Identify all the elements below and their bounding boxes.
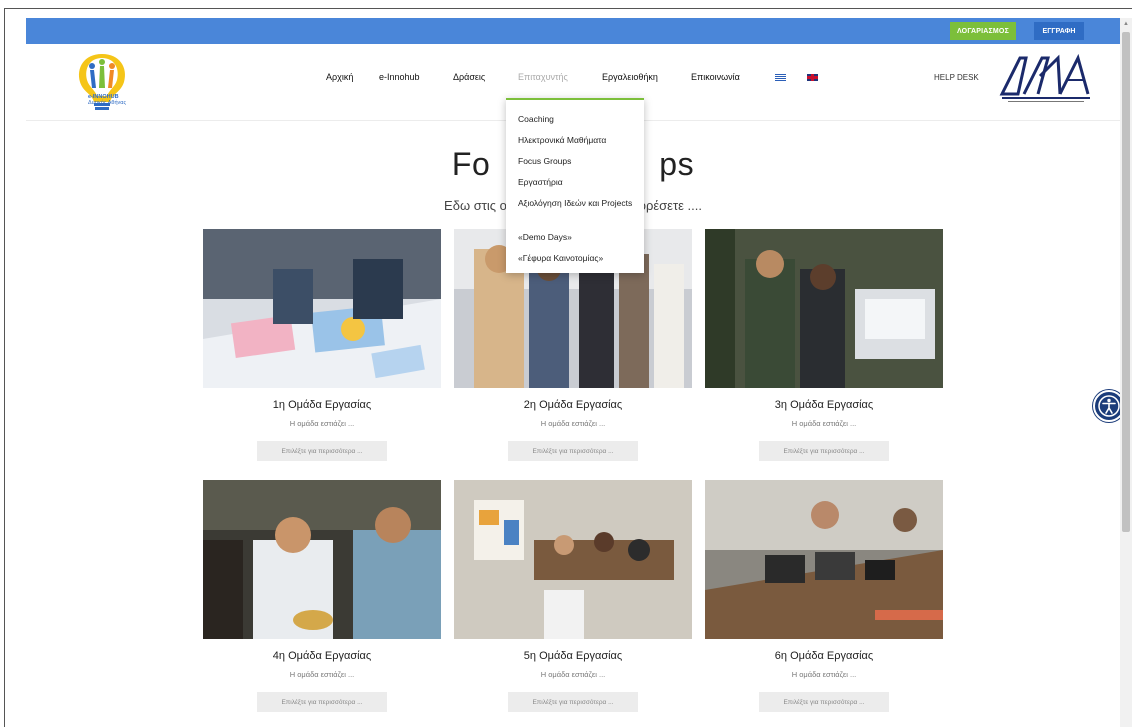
- card-title: 6η Ομάδα Εργασίας: [774, 650, 874, 662]
- nav-item-actions[interactable]: Δράσεις: [453, 72, 485, 82]
- accessibility-icon[interactable]: [1093, 390, 1120, 422]
- card-desc: Η ομάδα εστιάζει ...: [540, 670, 606, 679]
- dropdown-item-innovation-bridge[interactable]: «Γέφυρα Καινοτομίας»: [518, 253, 636, 263]
- accelerator-dropdown: Coaching Ηλεκτρονικά Μαθήματα Focus Grou…: [506, 98, 644, 273]
- top-bar: ΛΟΓΑΡΙΑΣΜΟΣ ΕΓΓΡΑΦΗ: [26, 18, 1120, 44]
- scroll-up-icon[interactable]: ▲: [1123, 21, 1129, 27]
- dropdown-item-focus-groups[interactable]: Focus Groups: [518, 156, 636, 166]
- card-image[interactable]: [203, 480, 441, 639]
- register-button[interactable]: ΕΓΓΡΑΦΗ: [1034, 22, 1084, 40]
- more-button[interactable]: Επιλέξτε για περισσότερα ...: [759, 692, 889, 712]
- more-button[interactable]: Επιλέξτε για περισσότερα ...: [759, 441, 889, 461]
- asda-logo[interactable]: [998, 52, 1094, 104]
- more-button[interactable]: Επιλέξτε για περισσότερα ...: [508, 692, 638, 712]
- card-title: 5η Ομάδα Εργασίας: [523, 650, 623, 662]
- nav-item-toolbox[interactable]: Εργαλειοθήκη: [602, 72, 658, 82]
- nav-item-innohub[interactable]: e-Innohub: [379, 72, 420, 82]
- uk-flag-icon[interactable]: [807, 74, 818, 81]
- card-image[interactable]: [705, 480, 943, 639]
- dropdown-item-elearning[interactable]: Ηλεκτρονικά Μαθήματα: [518, 135, 636, 145]
- card-image[interactable]: [705, 229, 943, 388]
- helpdesk-link[interactable]: HELP DESK: [934, 73, 979, 82]
- nav-item-accelerator[interactable]: Επιταχυντής: [518, 72, 568, 82]
- dropdown-item-coaching[interactable]: Coaching: [518, 114, 636, 124]
- card-desc: Η ομάδα εστιάζει ...: [289, 419, 355, 428]
- greek-flag-icon[interactable]: [775, 74, 786, 81]
- more-button[interactable]: Επιλέξτε για περισσότερα ...: [257, 441, 387, 461]
- dropdown-item-idea-evaluation[interactable]: Αξιολόγηση Ιδεών και Projects: [518, 198, 636, 208]
- account-button[interactable]: ΛΟΓΑΡΙΑΣΜΟΣ: [950, 22, 1016, 40]
- card-title: 3η Ομάδα Εργασίας: [774, 399, 874, 411]
- scrollbar[interactable]: ▲: [1120, 18, 1132, 727]
- nav-item-home[interactable]: Αρχική: [326, 72, 353, 82]
- more-button[interactable]: Επιλέξτε για περισσότερα ...: [508, 441, 638, 461]
- web-page: ΛΟΓΑΡΙΑΣΜΟΣ ΕΓΓΡΑΦΗ e-INNOHUB Δυτικής Αθ…: [26, 18, 1120, 727]
- card-title: 1η Ομάδα Εργασίας: [272, 399, 372, 411]
- card-title: 2η Ομάδα Εργασίας: [523, 399, 623, 411]
- logo-subtitle: Δυτικής Αθήνας: [88, 100, 127, 106]
- card-desc: Η ομάδα εστιάζει ...: [791, 670, 857, 679]
- nav-item-contact[interactable]: Επικοινωνία: [691, 72, 740, 82]
- card-desc: Η ομάδα εστιάζει ...: [791, 419, 857, 428]
- dropdown-item-demo-days[interactable]: «Demo Days»: [518, 232, 636, 242]
- card-image[interactable]: [203, 229, 441, 388]
- more-button[interactable]: Επιλέξτε για περισσότερα ...: [257, 692, 387, 712]
- card-title: 4η Ομάδα Εργασίας: [272, 650, 372, 662]
- dropdown-item-workshops[interactable]: Εργαστήρια: [518, 177, 636, 187]
- scroll-thumb[interactable]: [1122, 32, 1130, 532]
- card-desc: Η ομάδα εστιάζει ...: [289, 670, 355, 679]
- card-desc: Η ομάδα εστιάζει ...: [540, 419, 606, 428]
- card-image[interactable]: [454, 480, 692, 639]
